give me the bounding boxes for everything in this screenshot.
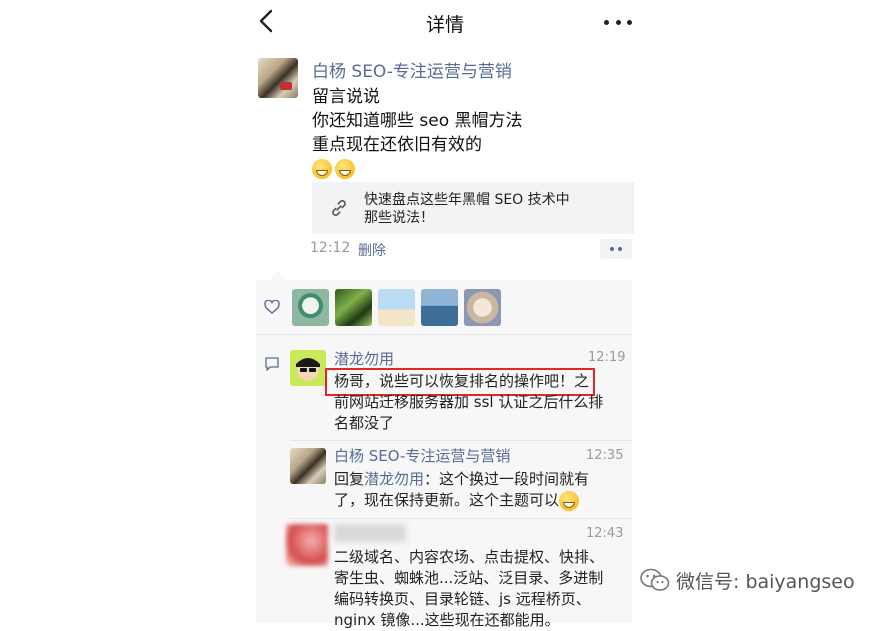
post-emoji-row xyxy=(312,157,523,181)
grin-emoji-icon xyxy=(559,490,580,511)
comment-text: 杨哥，说些可以恢复排名的操作吧！之 xyxy=(334,371,589,392)
moments-detail-screen: 详情 白杨 SEO-专注运营与营销 留言说说 你还知道哪些 seo 黑帽方法 重… xyxy=(0,0,896,629)
commenter-name[interactable]: 潜龙勿用 xyxy=(334,348,394,369)
commenter-name[interactable]: 白杨 SEO-专注运营与营销 xyxy=(334,445,510,466)
reply-to-name[interactable]: 潜龙勿用 xyxy=(364,470,424,488)
comment-text: 前网站迁移服务器加 ssl 认证之后什么排 xyxy=(334,393,604,411)
shared-article-title: 快速盘点这些年黑帽 SEO 技术中 那些说法！ xyxy=(364,191,570,227)
more-dots-icon[interactable] xyxy=(604,9,632,35)
comment-text: 了，现在保持更新。这个主题可以 xyxy=(334,490,582,511)
comment-text-segment: 之 xyxy=(574,372,590,390)
liker-avatar[interactable] xyxy=(378,289,415,326)
post-line: 你还知道哪些 seo 黑帽方法 xyxy=(312,111,523,131)
reply-prefix: 回复 xyxy=(334,470,365,488)
comment-text: 二级域名、内容农场、点击提权、快排、 xyxy=(334,548,605,566)
commenter-avatar[interactable] xyxy=(286,524,328,566)
liker-avatar[interactable] xyxy=(335,289,372,326)
comment-text: 名都没了 xyxy=(334,414,395,432)
page-title: 详情 xyxy=(425,14,464,36)
commenter-avatar[interactable] xyxy=(290,448,326,484)
comment-text: 寄生虫、蜘蛛池...泛站、泛目录、多进制 xyxy=(334,569,604,587)
post-author-name[interactable]: 白杨 SEO-专注运营与营销 xyxy=(312,57,512,82)
comment-text-segment: ：这个换过一段时间就有 xyxy=(424,470,590,488)
post-line: 留言说说 xyxy=(312,87,380,107)
smile-emoji-icon xyxy=(335,159,355,179)
comment-timestamp: 12:19 xyxy=(588,350,626,365)
post-actions-button[interactable] xyxy=(600,239,632,259)
link-icon xyxy=(332,200,346,216)
commenter-avatar[interactable] xyxy=(290,350,326,386)
comment-text: 编码转换页、目录轮链、js 远程桥页、 xyxy=(334,590,591,608)
shared-article-title-line: 快速盘点这些年黑帽 SEO 技术中 xyxy=(364,192,570,208)
likes-row xyxy=(256,280,632,335)
heart-icon xyxy=(264,300,280,314)
comment-text: 回复潜龙勿用：这个换过一段时间就有 xyxy=(334,469,589,490)
comment-timestamp: 12:43 xyxy=(586,526,624,541)
blurred-commenter-name xyxy=(334,524,406,542)
author-avatar[interactable] xyxy=(258,58,298,98)
shared-article-card[interactable]: 快速盘点这些年黑帽 SEO 技术中 那些说法！ xyxy=(312,182,634,234)
wechat-watermark: 微信号: baiyangseo xyxy=(640,567,855,593)
comment-divider xyxy=(290,518,632,519)
liker-avatar[interactable] xyxy=(464,289,501,326)
comment-icon xyxy=(265,357,279,371)
post-timestamp: 12:12 xyxy=(310,240,351,256)
comment-divider xyxy=(290,440,632,441)
top-nav-bar: 详情 xyxy=(242,0,648,46)
comment-text: nginx 镜像...这些现在还都能用。 xyxy=(334,611,560,629)
post-line: 重点现在还依旧有效的 xyxy=(312,135,482,155)
post-body: 留言说说 你还知道哪些 seo 黑帽方法 重点现在还依旧有效的 xyxy=(312,85,523,181)
shared-article-title-line: 那些说法！ xyxy=(364,210,434,226)
grin-emoji-icon xyxy=(312,159,332,179)
highlighted-comment-text: 杨哥，说些可以恢复排名的操作吧！ xyxy=(334,372,575,390)
liker-avatar[interactable] xyxy=(421,289,458,326)
interaction-panel: 潜龙勿用 12:19 杨哥，说些可以恢复排名的操作吧！之 前网站迁移服务器加 s… xyxy=(256,272,632,629)
delete-link[interactable]: 删除 xyxy=(358,240,386,260)
watermark-text: 微信号: baiyangseo xyxy=(676,570,855,593)
wechat-logo-icon xyxy=(640,568,670,591)
liker-avatar[interactable] xyxy=(292,289,329,326)
comment-timestamp: 12:35 xyxy=(586,448,624,463)
comment-text-segment: 了，现在保持更新。这个主题可以 xyxy=(334,491,560,509)
